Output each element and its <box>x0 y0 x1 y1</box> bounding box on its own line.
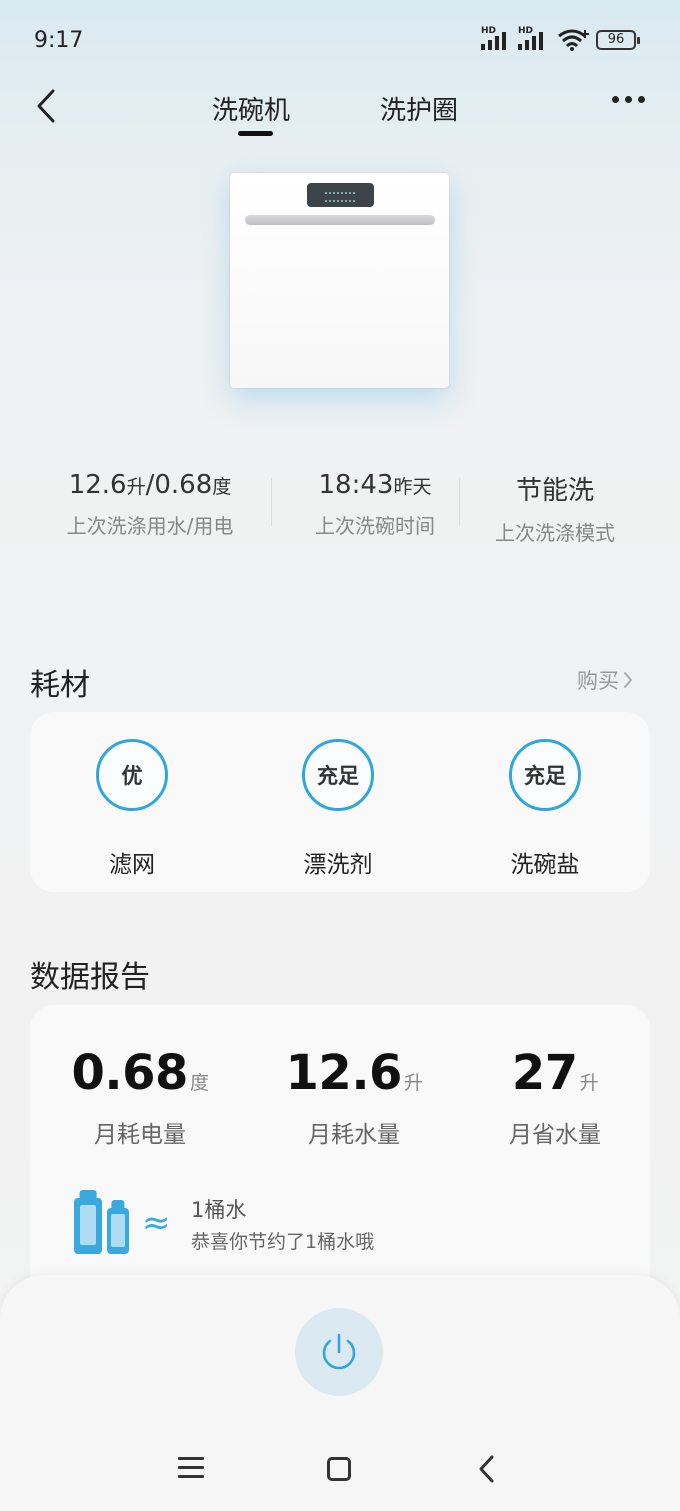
stat-time: 18:43昨天 上次洗碗时间 <box>285 470 465 539</box>
dot-icon <box>638 96 645 103</box>
system-navigation-bar <box>0 1445 680 1495</box>
divider <box>271 478 272 526</box>
power-value: 0.68 度 <box>71 1045 209 1101</box>
time-value: 18:43昨天 <box>318 470 432 500</box>
active-tab-indicator <box>238 131 273 136</box>
filter-label: 滤网 <box>109 852 155 878</box>
water-label: 月耗水量 <box>308 1122 400 1148</box>
dot-icon <box>612 96 619 103</box>
chevron-right-icon <box>624 672 633 688</box>
report-title: 数据报告 <box>30 960 150 995</box>
salt-status-ring: 充足 <box>509 739 581 811</box>
status-bar: 9:17 HD HD 96 <box>0 0 680 80</box>
consumable-filter[interactable]: 优 滤网 <box>52 712 212 879</box>
consumable-salt[interactable]: 充足 洗碗盐 <box>465 712 625 879</box>
usage-label: 上次洗涤用水/用电 <box>66 514 234 538</box>
chevron-left-icon <box>37 89 55 123</box>
buy-label: 购买 <box>577 669 619 693</box>
status-time: 9:17 <box>34 28 84 53</box>
stat-mode: 节能洗 上次洗涤模式 <box>475 470 635 546</box>
dot-icon <box>625 96 632 103</box>
consumables-title: 耗材 <box>30 668 90 703</box>
top-navigation: 洗碗机 洗护圈 <box>0 80 680 140</box>
buy-link[interactable]: 购买 <box>577 665 633 695</box>
approx-icon: ≈ <box>142 1203 171 1243</box>
home-button[interactable] <box>327 1457 351 1481</box>
control-panel-display <box>307 183 374 207</box>
cell-signal-2-icon: HD <box>518 26 543 50</box>
mode-value: 节能洗 <box>515 476 594 506</box>
saving-title: 1桶水 <box>191 1198 247 1222</box>
door-handle <box>245 215 435 225</box>
divider <box>459 478 460 526</box>
tab-care-circle[interactable]: 洗护圈 <box>380 90 458 127</box>
dishwasher-image <box>230 173 449 388</box>
rinse-aid-status-ring: 充足 <box>302 739 374 811</box>
saving-subtitle: 恭喜你节约了1桶水哦 <box>191 1231 375 1253</box>
metric-power: 0.68 度 月耗电量 <box>40 1045 240 1149</box>
more-options-button[interactable] <box>612 96 645 103</box>
cell-signal-icon: HD <box>481 26 506 50</box>
consumables-card: 优 滤网 充足 漂洗剂 充足 洗碗盐 <box>30 712 650 892</box>
tab-dishwasher[interactable]: 洗碗机 <box>212 90 290 127</box>
stat-usage: 12.6升/0.68度 上次洗涤用水/用电 <box>40 470 260 539</box>
report-card[interactable]: 0.68 度 月耗电量 12.6 升 月耗水量 27 升 月省水量 ≈ 1桶水 恭喜你… <box>30 1005 650 1305</box>
time-label: 上次洗碗时间 <box>315 514 435 538</box>
water-saved-value: 27 升 <box>511 1045 599 1101</box>
mode-label: 上次洗涤模式 <box>495 521 615 545</box>
power-button[interactable] <box>295 1308 383 1396</box>
bottom-control-sheet <box>0 1275 680 1511</box>
consumable-rinse-aid[interactable]: 充足 漂洗剂 <box>258 712 418 879</box>
water-value: 12.6 升 <box>285 1045 423 1101</box>
water-saved-label: 月省水量 <box>509 1122 601 1148</box>
wifi-icon <box>558 29 589 51</box>
battery-icon: 96 <box>596 30 640 50</box>
water-bottle-icon <box>74 1188 130 1254</box>
usage-value: 12.6升/0.68度 <box>68 470 232 500</box>
rinse-aid-label: 漂洗剂 <box>303 852 373 878</box>
power-label: 月耗电量 <box>94 1122 186 1148</box>
filter-status-ring: 优 <box>96 739 168 811</box>
system-back-button[interactable] <box>476 1453 496 1485</box>
metric-water: 12.6 升 月耗水量 <box>254 1045 454 1149</box>
salt-label: 洗碗盐 <box>510 852 580 878</box>
last-wash-stats: 12.6升/0.68度 上次洗涤用水/用电 18:43昨天 上次洗碗时间 节能洗… <box>40 470 640 550</box>
power-icon <box>322 1333 356 1370</box>
back-button[interactable] <box>26 84 66 128</box>
metric-water-saved: 27 升 月省水量 <box>455 1045 655 1149</box>
recent-apps-button[interactable] <box>178 1457 204 1484</box>
